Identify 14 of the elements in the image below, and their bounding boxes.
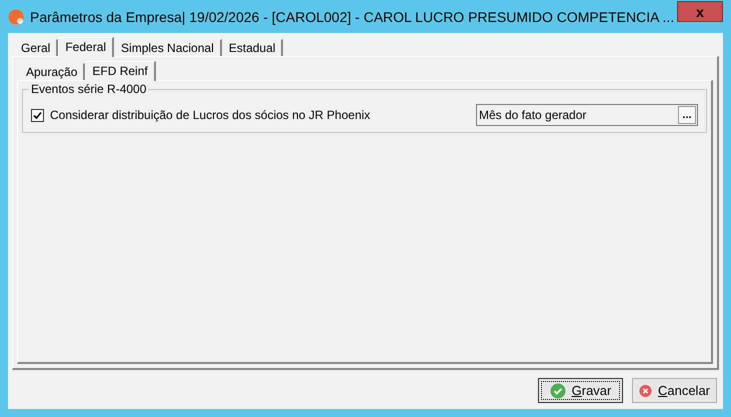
group-title: Eventos série R-4000 [29,82,148,96]
app-logo-icon [8,8,24,24]
browse-button[interactable]: ... [678,106,696,124]
cancel-button[interactable]: Cancelar [632,378,717,403]
checkbox[interactable] [31,108,44,122]
save-button[interactable]: Gravar [538,378,623,403]
tab[interactable]: EFD Reinf [85,61,156,81]
check-icon [550,382,566,398]
close-button[interactable]: x [677,1,723,22]
checkbox-label: Considerar distribuição de Lucros dos sócios no JR Phoenix [50,108,372,122]
tab[interactable]: Federal [58,37,114,57]
input-field[interactable]: Mês do fato gerador ... [476,104,698,126]
cancel-icon [639,382,652,398]
window-title: Parâmetros da Empresa| 19/02/2026 - [CAROL002] - CAROL LUCRO PRESUMIDO COMPETENCIA ... [30,8,671,24]
